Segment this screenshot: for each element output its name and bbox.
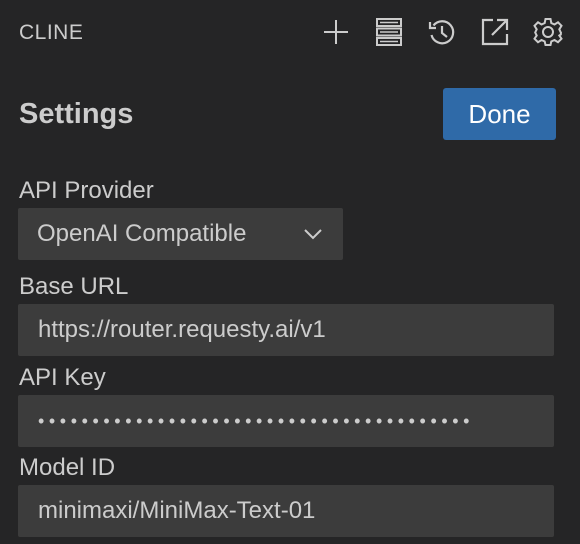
model-id-value: minimaxi/MiniMax-Text-01 <box>38 497 316 524</box>
history-icon <box>428 20 455 45</box>
chevron-down-icon <box>304 229 322 240</box>
api-provider-selected-value: OpenAI Compatible <box>37 220 247 247</box>
panel-title: CLINE <box>19 21 84 44</box>
model-id-label: Model ID <box>19 454 116 481</box>
api-provider-label: API Provider <box>19 177 154 204</box>
api-provider-select[interactable]: OpenAI Compatible <box>18 208 343 260</box>
settings-button[interactable] <box>530 14 566 50</box>
plus-icon <box>324 20 348 44</box>
base-url-value: https://router.requesty.ai/v1 <box>38 316 326 343</box>
history-button[interactable] <box>424 14 460 50</box>
new-task-button[interactable] <box>318 14 354 50</box>
model-id-input[interactable]: minimaxi/MiniMax-Text-01 <box>18 485 554 537</box>
done-button[interactable]: Done <box>443 88 556 140</box>
api-key-input[interactable]: •••••••••••••••••••••••••••••••••••••••• <box>18 395 554 447</box>
server-icon <box>376 18 402 46</box>
api-key-masked-value: •••••••••••••••••••••••••••••••••••••••• <box>38 410 475 431</box>
gear-icon <box>533 18 563 46</box>
api-key-label: API Key <box>19 364 106 391</box>
popout-icon <box>481 18 509 46</box>
header-toolbar <box>318 14 566 50</box>
base-url-input[interactable]: https://router.requesty.ai/v1 <box>18 304 554 356</box>
open-in-editor-button[interactable] <box>477 14 513 50</box>
settings-title: Settings <box>19 98 134 130</box>
base-url-label: Base URL <box>19 273 129 300</box>
panel-header: CLINE <box>0 0 580 68</box>
mcp-servers-button[interactable] <box>371 14 407 50</box>
